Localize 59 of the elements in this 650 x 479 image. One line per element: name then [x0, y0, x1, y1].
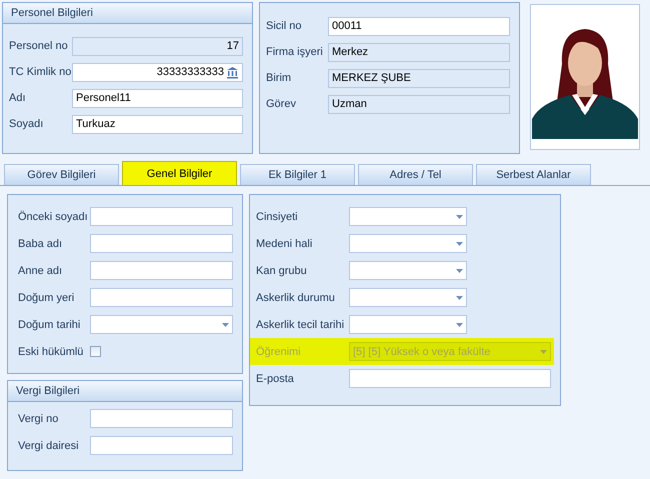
field-label: Kan grubu: [256, 264, 308, 276]
caret-icon[interactable]: [222, 322, 229, 326]
field-label: Görev: [266, 98, 297, 110]
field-label: Firma işyeri: [266, 46, 324, 58]
input-field[interactable]: [90, 409, 233, 428]
input-field[interactable]: [90, 315, 233, 334]
field-label: TC Kimlik no: [9, 66, 72, 78]
input-field[interactable]: 33333333333: [72, 62, 243, 82]
input-field[interactable]: [90, 234, 233, 253]
input-field[interactable]: [349, 288, 467, 307]
input-field[interactable]: [349, 261, 467, 280]
tab[interactable]: Genel Bilgiler: [122, 161, 237, 185]
input-field[interactable]: [90, 436, 233, 455]
caret-icon[interactable]: [456, 268, 463, 272]
field-label: Soyadı: [9, 118, 44, 130]
field-label: Vergi no: [18, 412, 60, 424]
field-label: Eski hükümlü: [18, 346, 84, 358]
caret-icon[interactable]: [456, 214, 463, 218]
tab[interactable]: Görev Bilgileri: [4, 164, 119, 185]
input-field[interactable]: [349, 207, 467, 226]
field-label: Sicil no: [266, 20, 302, 32]
panel-title: Vergi Bilgileri: [8, 381, 242, 402]
bank-icon[interactable]: [226, 66, 239, 78]
field-label: Önceki soyadı: [18, 210, 89, 222]
field-label: Doğum tarihi: [18, 318, 82, 330]
field-label: Doğum yeri: [18, 292, 76, 304]
input-field[interactable]: Merkez: [328, 42, 510, 62]
input-field[interactable]: [90, 288, 233, 307]
input-field[interactable]: [90, 207, 233, 226]
caret-icon[interactable]: [456, 296, 463, 300]
field-label: E-posta: [256, 372, 295, 384]
field-label: Adı: [9, 92, 27, 104]
field-label: Personel no: [9, 40, 69, 52]
tab[interactable]: Serbest Alanlar: [476, 164, 591, 185]
field-label: Askerlik durumu: [256, 292, 336, 304]
input-field[interactable]: Personel11: [72, 88, 243, 108]
field-label: Anne adı: [18, 264, 64, 276]
input-field[interactable]: Turkuaz: [72, 114, 243, 134]
input-field[interactable]: MERKEZ ŞUBE: [328, 68, 510, 88]
field-label: Cinsiyeti: [256, 210, 299, 222]
tab[interactable]: Adres / Tel: [358, 164, 473, 185]
caret-icon[interactable]: [456, 242, 463, 246]
panel-title: Personel Bilgileri: [3, 3, 252, 24]
input-field[interactable]: [90, 261, 233, 280]
input-field[interactable]: [349, 369, 551, 388]
field-label: Öğrenimi: [256, 346, 302, 358]
caret-icon[interactable]: [456, 322, 463, 326]
input-field[interactable]: Uzman: [328, 94, 510, 114]
checkbox[interactable]: [90, 346, 101, 357]
field-label: Askerlik tecil tarihi: [256, 318, 346, 330]
input-field[interactable]: [349, 315, 467, 334]
field-label: Medeni hali: [256, 238, 314, 250]
field-label: Birim: [266, 72, 292, 84]
input-field[interactable]: 17: [72, 36, 243, 56]
tab[interactable]: Ek Bilgiler 1: [240, 164, 355, 185]
field-label: Vergi dairesi: [18, 440, 80, 452]
input-field[interactable]: 00011: [328, 16, 510, 36]
input-field[interactable]: [349, 234, 467, 253]
field-label: Baba adı: [18, 238, 64, 250]
